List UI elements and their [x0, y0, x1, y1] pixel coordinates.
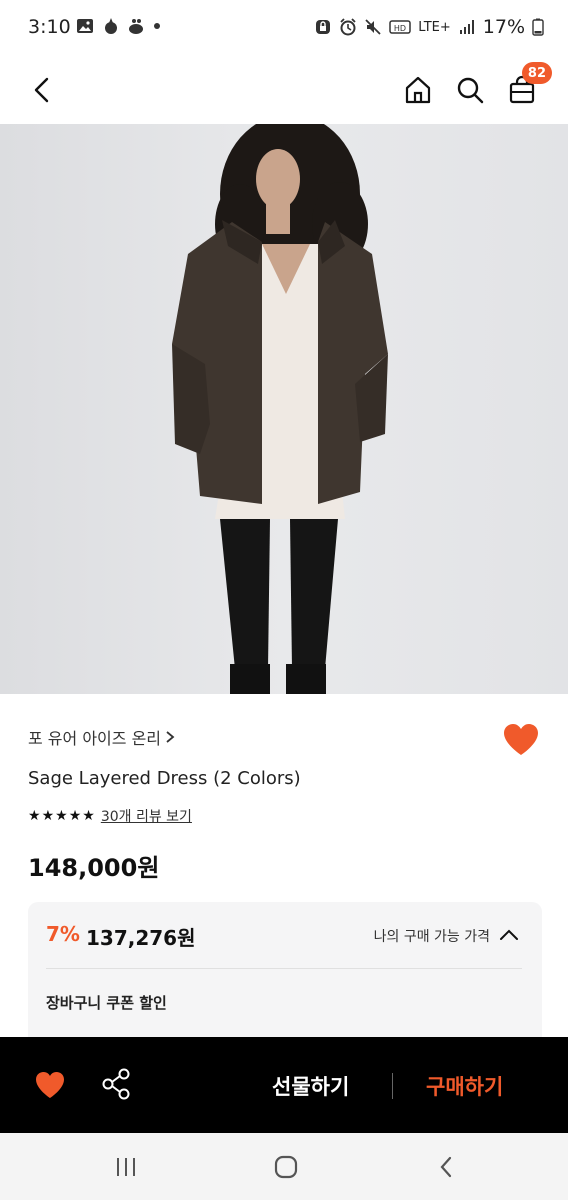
discount-price: 137,276원	[86, 926, 196, 950]
chevron-right-icon	[166, 731, 175, 743]
buy-button[interactable]: 구매하기	[426, 1071, 503, 1101]
share-icon[interactable]	[100, 1067, 132, 1101]
status-time: 3:10	[28, 16, 71, 38]
battery-icon	[532, 18, 544, 36]
product-photo	[0, 124, 568, 694]
brand-name: 포 유어 아이즈 온리	[28, 729, 162, 748]
divider	[46, 968, 522, 969]
more-notifications-dot	[154, 23, 160, 29]
rating-stars: ★ ★ ★ ★ ★	[28, 807, 95, 825]
home-button[interactable]	[394, 66, 442, 114]
back-nav-icon	[440, 1156, 452, 1178]
brand-link[interactable]: 포 유어 아이즈 온리	[28, 725, 175, 749]
back-nav-button[interactable]	[426, 1151, 466, 1183]
back-arrow-icon	[34, 77, 49, 103]
cart-count-badge: 82	[521, 62, 552, 84]
lock-icon	[316, 20, 331, 34]
home-icon	[405, 76, 431, 104]
star-icon: ★	[68, 808, 82, 824]
star-icon: ★	[41, 808, 55, 824]
alarm-icon	[340, 18, 356, 36]
app-notification-icon	[105, 18, 117, 34]
status-right-icons: HD LTE+ 17%	[314, 16, 544, 38]
status-bar: 3:10 HD LTE+ 17%	[0, 0, 568, 56]
network-type: LTE+	[418, 19, 451, 35]
mute-icon	[365, 19, 381, 35]
signal-icon	[459, 20, 474, 34]
app-header: 82	[0, 56, 568, 124]
cart-coupon-label: 장바구니 쿠폰 할인	[46, 994, 167, 1012]
wishlist-button[interactable]	[502, 722, 540, 758]
my-price-toggle[interactable]: 나의 구매 가능 가격	[374, 926, 490, 946]
cart-button[interactable]: 82	[498, 62, 552, 114]
discount-box: 7% 137,276원 나의 구매 가능 가격 장바구니 쿠폰 할인	[28, 902, 542, 1052]
rating-row: ★ ★ ★ ★ ★ 30개 리뷰 보기	[28, 806, 192, 826]
home-nav-button[interactable]	[266, 1151, 306, 1183]
product-image[interactable]	[0, 124, 568, 694]
notification-icons	[76, 17, 160, 35]
system-nav-bar	[0, 1133, 568, 1200]
home-nav-icon	[274, 1155, 298, 1179]
search-icon	[457, 77, 484, 104]
discount-rate: 7%	[46, 922, 80, 946]
star-icon: ★	[55, 808, 68, 824]
back-button[interactable]	[18, 66, 66, 114]
bottom-action-bar: 선물하기 구매하기	[0, 1037, 568, 1133]
product-name: Sage Layered Dress (2 Colors)	[28, 768, 301, 789]
review-link[interactable]: 30개 리뷰 보기	[101, 806, 192, 826]
star-icon: ★	[82, 808, 95, 824]
heart-icon	[504, 724, 538, 755]
gallery-icon	[77, 19, 93, 33]
product-price: 148,000원	[28, 854, 160, 882]
separator	[392, 1073, 393, 1099]
svg-text:HD: HD	[394, 24, 406, 33]
battery-percent: 17%	[482, 16, 525, 38]
gift-button[interactable]: 선물하기	[272, 1071, 349, 1101]
search-button[interactable]	[446, 66, 494, 114]
recent-apps-button[interactable]	[106, 1151, 146, 1183]
coffee-icon	[129, 19, 143, 34]
hd-icon: HD	[389, 20, 412, 34]
star-icon: ★	[28, 808, 41, 824]
chevron-up-icon[interactable]	[498, 926, 520, 944]
recent-apps-icon	[117, 1158, 135, 1176]
wishlist-heart-icon[interactable]	[34, 1070, 66, 1100]
